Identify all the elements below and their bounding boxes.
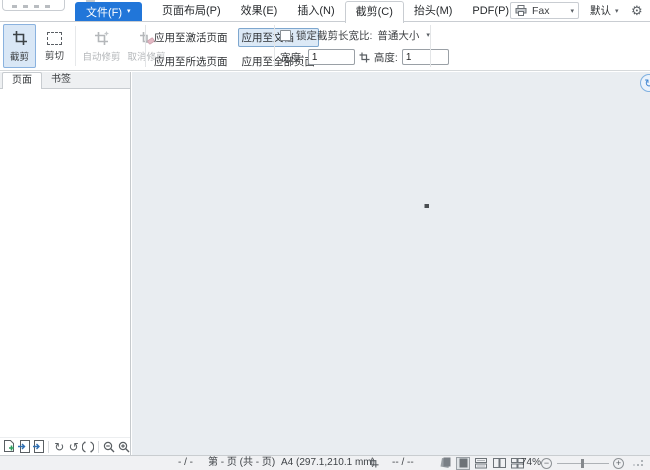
preset-select[interactable]: 默认 ▾ [590,2,619,19]
rotate-180-icon [82,441,94,453]
divider [75,26,76,66]
single-page-icon [459,458,468,468]
main-area: 页面 书签 [0,72,650,455]
status-bar: - / - 第 - 页 (共 - 页) A4 (297.1,210.1 mm) … [0,455,650,470]
tab-page-layout[interactable]: 页面布局(P) [152,1,231,22]
cutoff-toolbar-button[interactable] [2,0,65,11]
divider [48,441,49,453]
cut-label: 剪切 [45,48,64,62]
book-view-icon [439,457,452,469]
tab-crop[interactable]: 截剪(C) [345,1,404,23]
group-divider [274,25,275,67]
cursor-artifact [424,204,429,208]
sidebar-tab-pages[interactable]: 页面 [2,72,42,89]
preset-value: 默认 [590,3,611,18]
book-view-button[interactable] [438,457,452,470]
zoom-in-button[interactable] [118,440,130,454]
crop-size-group: 锁定截剪长宽比: 普通大小 ▾ 宽度: 高度: [280,28,449,65]
nav-ratio: - / - [178,456,193,470]
sidebar-panel: 页面 书签 [0,72,131,455]
size-preset-dropdown[interactable]: 普通大小 [377,28,419,43]
group-divider [430,25,431,67]
add-page-button[interactable] [3,440,15,454]
auto-trim-button[interactable]: 自动修剪 [80,24,123,68]
width-label: 宽度: [280,50,304,65]
chevron-down-icon: ▾ [615,7,619,15]
tab-insert[interactable]: 插入(N) [287,1,344,22]
sidebar-tab-bookmarks[interactable]: 书签 [42,72,80,88]
extract-page-icon [32,440,44,453]
ribbon: 截剪 剪切 自动修剪 取消修剪 应用至激活页面 应用至文档 [0,22,650,71]
refresh-icon[interactable]: ↻ [640,74,650,92]
add-page-icon [3,440,15,453]
single-page-view-button[interactable] [456,457,470,470]
printer-select[interactable]: Fax ▾ [510,2,579,19]
zoom-slider-thumb[interactable] [581,459,584,468]
zoom-in-button[interactable]: + [613,458,624,469]
lock-aspect-checkbox[interactable] [280,30,291,41]
selection-ratio: -- / -- [392,456,414,470]
tab-header[interactable]: 抬头(M) [404,1,463,22]
zoom-out-button[interactable] [103,440,115,454]
rotate-right-button[interactable]: ↻ [53,440,65,454]
lock-aspect-label: 锁定截剪长宽比: [296,28,372,43]
continuous-view-button[interactable] [474,457,488,470]
crop-tools-group: 截剪 剪切 自动修剪 取消修剪 [3,24,168,68]
zoom-slider[interactable] [557,463,609,464]
facing-view-icon [493,458,506,468]
height-label: 高度: [374,50,398,65]
cutoff-text-fragment [12,5,55,8]
crop-status-icon[interactable] [369,458,379,470]
marquee-icon [47,32,62,45]
apply-active-page-button[interactable]: 应用至激活页面 [150,28,232,47]
printer-icon [515,5,527,16]
crop-button[interactable]: 截剪 [3,24,36,68]
auto-trim-label: 自动修剪 [82,49,120,63]
gear-icon[interactable]: ⚙ [631,1,643,21]
rotate-left-button[interactable]: ↺ [68,440,80,454]
facing-view-button[interactable] [492,457,506,470]
crop-icon [12,30,28,46]
paper-size: A4 (297.1,210.1 mm) [281,456,375,470]
crop-icon [359,52,370,63]
resize-grip[interactable] [633,460,643,468]
zoom-in-icon [118,441,130,453]
group-divider [145,25,146,67]
printer-value: Fax [532,5,550,17]
apply-selected-pages-button[interactable]: 应用至所选页面 [150,52,232,71]
crop-label: 截剪 [10,49,29,63]
continuous-view-icon [475,458,487,469]
extract-page-button[interactable] [32,440,44,454]
width-input[interactable] [308,49,355,65]
file-menu-label: 文件(F) [86,4,122,20]
page-indicator[interactable]: 第 - 页 (共 - 页) [208,456,275,470]
cut-button[interactable]: 剪切 [38,24,71,68]
chevron-down-icon: ▾ [570,7,574,15]
rotate-180-button[interactable] [82,440,94,454]
insert-page-button[interactable] [17,440,29,454]
sidebar-toolbar: ↻ ↺ [0,437,130,455]
menu-tab-bar: 文件(F) ▾ 页面布局(P) 效果(E) 插入(N) 截剪(C) 抬头(M) … [0,0,650,22]
insert-page-icon [18,440,30,453]
zoom-out-icon [103,441,115,453]
divider [98,441,99,453]
tab-effects[interactable]: 效果(E) [231,1,288,22]
page-thumbnails-area[interactable] [0,90,130,437]
zoom-out-button[interactable]: − [541,458,552,469]
file-menu-button[interactable]: 文件(F) ▾ [75,2,142,21]
document-canvas[interactable]: ↻ [132,72,650,455]
sidebar-tabs: 页面 书签 [0,72,130,89]
height-input[interactable] [402,49,449,65]
chevron-down-icon: ▾ [127,8,131,15]
auto-crop-icon [94,30,110,46]
zoom-percent: 74% [521,456,541,470]
view-mode-buttons [438,456,524,470]
